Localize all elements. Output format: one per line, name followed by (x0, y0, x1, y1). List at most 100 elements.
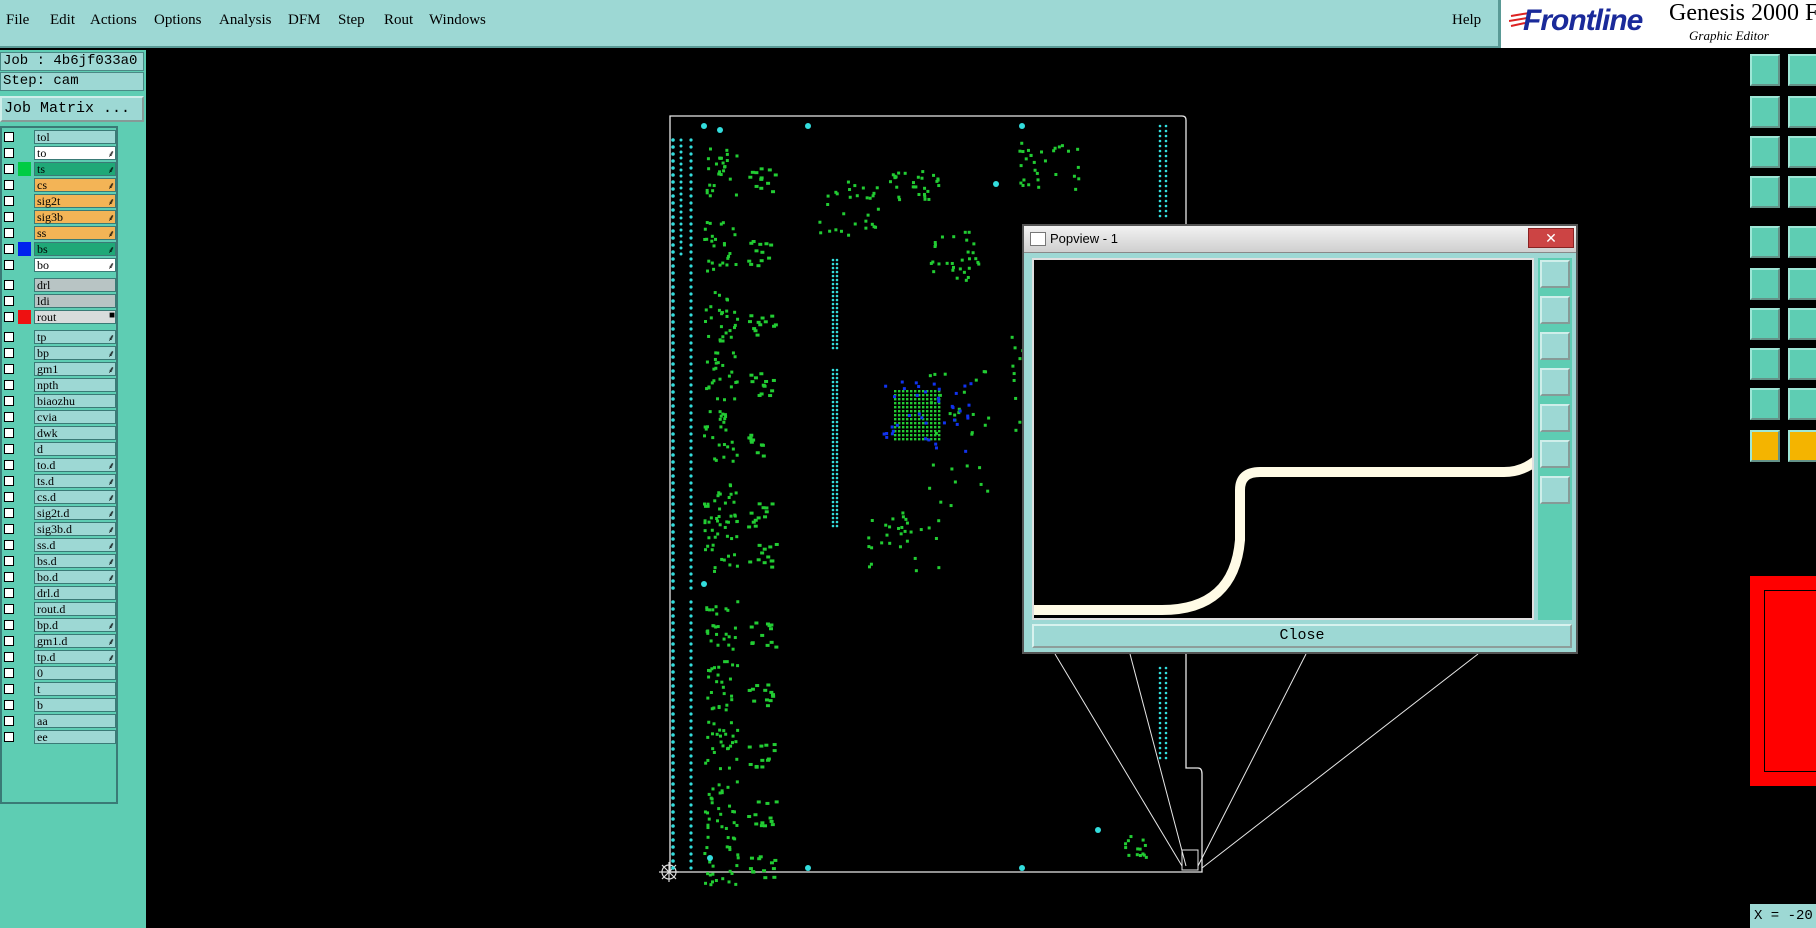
pan-right-icon[interactable] (1750, 176, 1780, 208)
layer-checkbox[interactable] (4, 540, 14, 550)
layer-name[interactable]: tp.d (34, 650, 116, 664)
zoom-area-icon[interactable] (1750, 268, 1780, 300)
layer-row[interactable]: ss ⸙ (2, 226, 118, 240)
measure-icon[interactable] (1788, 308, 1816, 340)
layer-row[interactable]: b (2, 698, 118, 712)
layer-name[interactable]: npth (34, 378, 116, 392)
layer-name[interactable]: ts (34, 162, 116, 176)
layer-row[interactable]: sig2t.d ⸙ (2, 506, 118, 520)
layer-name[interactable]: bp.d (34, 618, 116, 632)
edit-icon[interactable] (1750, 430, 1780, 462)
layer-color-swatch[interactable] (18, 650, 31, 664)
layer-row[interactable]: to ⸙ (2, 146, 118, 160)
page-up-icon[interactable] (1788, 54, 1816, 86)
layer-name[interactable]: bs.d (34, 554, 116, 568)
layer-checkbox[interactable] (4, 260, 14, 270)
layer-color-swatch[interactable] (18, 682, 31, 696)
layer-color-swatch[interactable] (18, 346, 31, 360)
layer-name[interactable]: cs (34, 178, 116, 192)
layer-checkbox[interactable] (4, 604, 14, 614)
layer-color-swatch[interactable] (18, 194, 31, 208)
layer-name[interactable]: drl (34, 278, 116, 292)
layer-row[interactable]: ts ⸙ (2, 162, 118, 176)
layer-row[interactable]: dwk (2, 426, 118, 440)
layer-color-swatch[interactable] (18, 226, 31, 240)
layer-name[interactable]: sig3b (34, 210, 116, 224)
layer-name[interactable]: cs.d (34, 490, 116, 504)
layer-color-swatch[interactable] (18, 618, 31, 632)
popview-zoom-in-icon[interactable] (1540, 440, 1570, 468)
layer-color-swatch[interactable] (18, 130, 31, 144)
layer-row[interactable]: ee (2, 730, 118, 744)
layer-row[interactable]: npth (2, 378, 118, 392)
popview-zoom-out-icon[interactable] (1540, 476, 1570, 504)
layer-name[interactable]: to.d (34, 458, 116, 472)
edit-icon[interactable] (1788, 430, 1816, 462)
layer-row[interactable]: d (2, 442, 118, 456)
layer-checkbox[interactable] (4, 348, 14, 358)
layer-color-swatch[interactable] (18, 162, 31, 176)
layer-name[interactable]: dwk (34, 426, 116, 440)
layer-checkbox[interactable] (4, 148, 14, 158)
popview-canvas[interactable] (1032, 258, 1543, 620)
layer-checkbox[interactable] (4, 412, 14, 422)
layer-color-swatch[interactable] (18, 294, 31, 308)
layer-name[interactable]: ldi (34, 294, 116, 308)
popview-fit-icon[interactable] (1540, 260, 1570, 288)
popview-down-icon[interactable] (1540, 332, 1570, 360)
layer-color-swatch[interactable] (18, 570, 31, 584)
zoom-fit-icon[interactable] (1788, 226, 1816, 258)
layer-checkbox[interactable] (4, 572, 14, 582)
layer-name[interactable]: b (34, 698, 116, 712)
layer-row[interactable]: sig2t ⸙ (2, 194, 118, 208)
layer-name[interactable]: gm1 (34, 362, 116, 376)
layer-checkbox[interactable] (4, 476, 14, 486)
layer-name[interactable]: bo.d (34, 570, 116, 584)
layer-row[interactable]: 0 (2, 666, 118, 680)
layer-name[interactable]: tol (34, 130, 116, 144)
layer-row[interactable]: drl.d (2, 586, 118, 600)
layer-name[interactable]: ss.d (34, 538, 116, 552)
layer-color-swatch[interactable] (18, 506, 31, 520)
layer-name[interactable]: to (34, 146, 116, 160)
layer-row[interactable]: bs ⸙ (2, 242, 118, 256)
layer-color-swatch[interactable] (18, 394, 31, 408)
pan-left-icon[interactable] (1788, 136, 1816, 168)
layer-name[interactable]: sig3b.d (34, 522, 116, 536)
layer-name[interactable]: sig2t (34, 194, 116, 208)
layer-checkbox[interactable] (4, 460, 14, 470)
layer-name[interactable]: aa (34, 714, 116, 728)
layer-color-swatch[interactable] (18, 586, 31, 600)
layer-name[interactable]: bp (34, 346, 116, 360)
menu-analysis[interactable]: Analysis (219, 12, 272, 29)
pan-right-icon[interactable] (1788, 176, 1816, 208)
layer-name[interactable]: rout.d (34, 602, 116, 616)
layer-color-swatch[interactable] (18, 178, 31, 192)
layer-checkbox[interactable] (4, 180, 14, 190)
layer-color-swatch[interactable] (18, 538, 31, 552)
popview-right-icon[interactable] (1540, 404, 1570, 432)
layer-name[interactable]: sig2t.d (34, 506, 116, 520)
layer-row[interactable]: sig3b ⸙ (2, 210, 118, 224)
layer-color-swatch[interactable] (18, 378, 31, 392)
popview-left-icon[interactable] (1540, 368, 1570, 396)
layer-checkbox[interactable] (4, 652, 14, 662)
layer-color-swatch[interactable] (18, 730, 31, 744)
layer-color-swatch[interactable] (18, 474, 31, 488)
layer-checkbox[interactable] (4, 164, 14, 174)
select-icon[interactable] (1788, 388, 1816, 420)
layer-checkbox[interactable] (4, 296, 14, 306)
page-up-icon[interactable] (1750, 54, 1780, 86)
layer-color-swatch[interactable] (18, 242, 31, 256)
layer-name[interactable]: 0 (34, 666, 116, 680)
menu-windows[interactable]: Windows (429, 12, 486, 29)
layer-checkbox[interactable] (4, 668, 14, 678)
layer-checkbox[interactable] (4, 428, 14, 438)
layer-checkbox[interactable] (4, 332, 14, 342)
layer-name[interactable]: ss (34, 226, 116, 240)
popview-up-icon[interactable] (1540, 296, 1570, 324)
layer-checkbox[interactable] (4, 636, 14, 646)
layer-name[interactable]: ts.d (34, 474, 116, 488)
layer-checkbox[interactable] (4, 280, 14, 290)
layer-checkbox[interactable] (4, 312, 14, 322)
